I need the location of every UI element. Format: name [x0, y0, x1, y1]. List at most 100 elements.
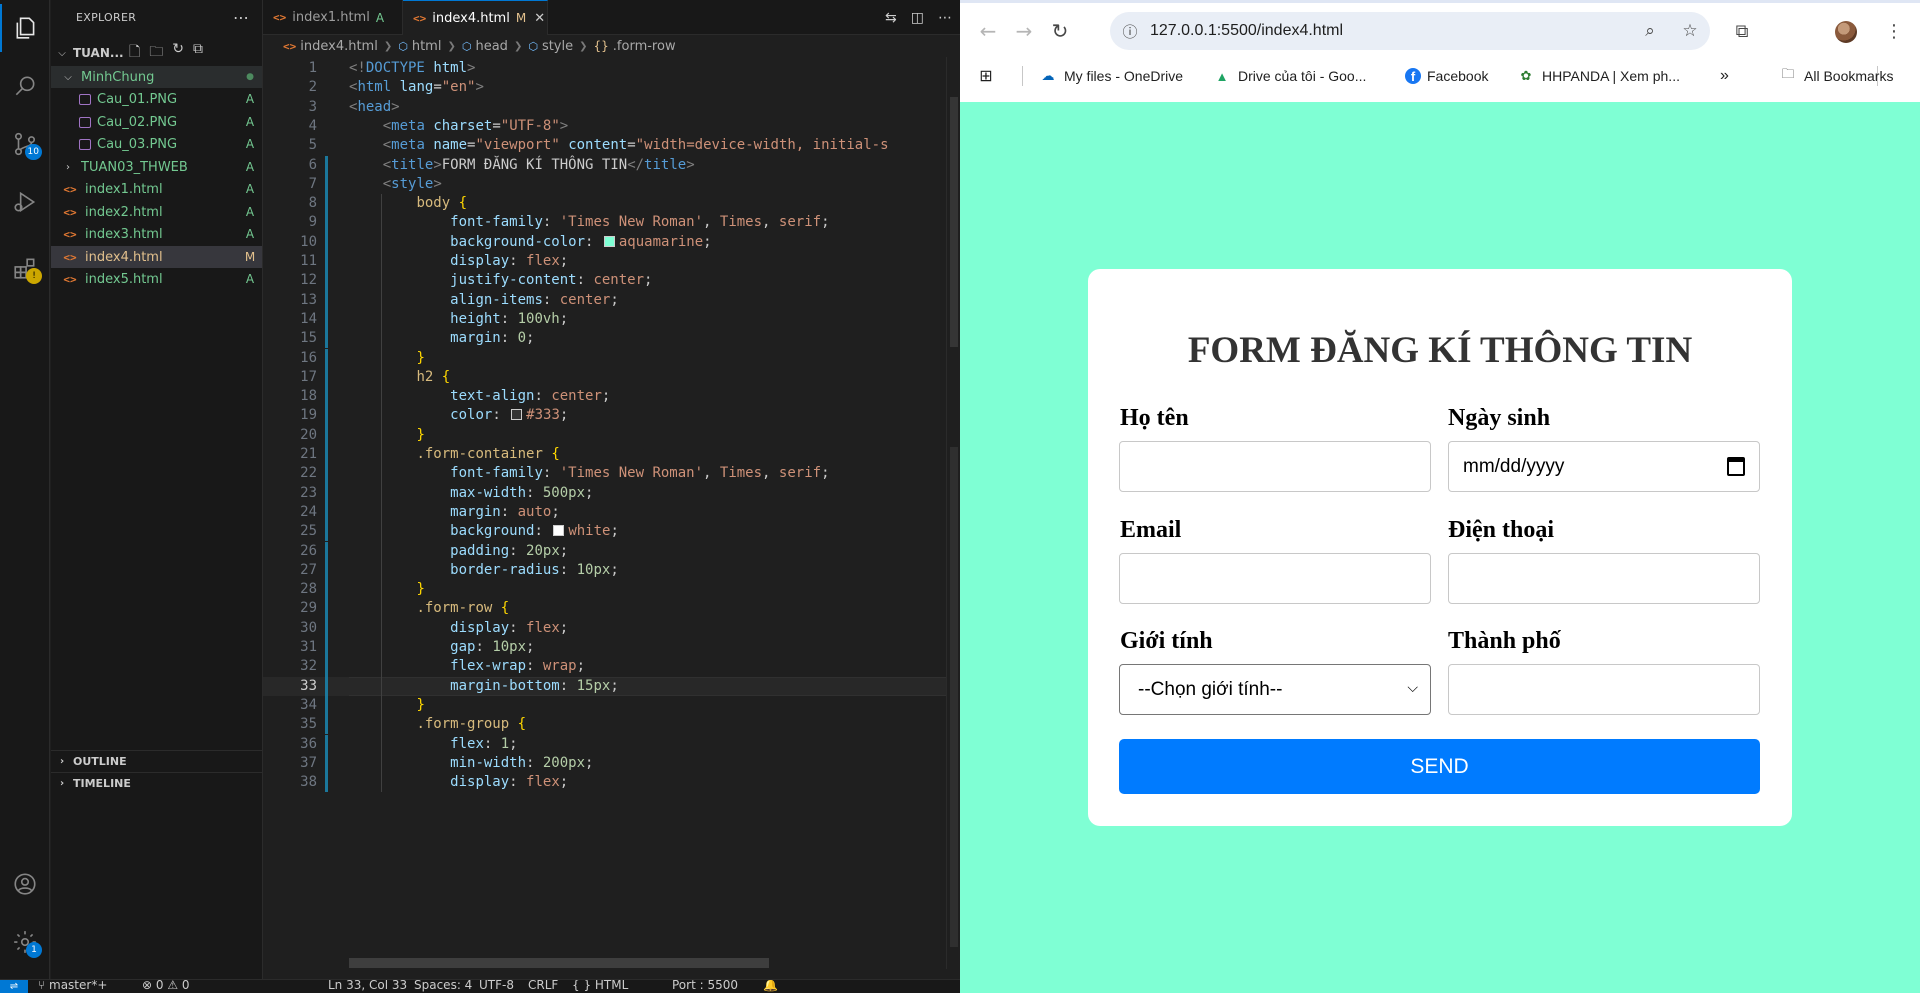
code-line[interactable]: 9 font-family: 'Times New Roman', Times,…	[263, 213, 960, 233]
collapse-all-icon[interactable]: ⧉	[193, 41, 203, 65]
bookmark-onedrive[interactable]: ☁ My files - OneDrive	[1038, 58, 1184, 94]
email-input[interactable]	[1119, 553, 1431, 604]
remote-icon[interactable]: ⇌	[0, 980, 28, 993]
bell-icon[interactable]: 🔔	[763, 980, 778, 992]
code-line[interactable]: 22 font-family: 'Times New Roman', Times…	[263, 464, 960, 484]
back-arrow-icon[interactable]: ←	[970, 8, 1006, 54]
birthday-date-input[interactable]: mm/dd/yyyy	[1448, 441, 1760, 492]
code-line[interactable]: 3 <head>	[263, 98, 960, 117]
code-line[interactable]: 25 background: white;	[263, 522, 960, 542]
code-line[interactable]: 36 flex: 1;	[263, 734, 960, 754]
send-button[interactable]: SEND	[1119, 739, 1760, 794]
editor-scrollbar[interactable]	[946, 57, 960, 969]
color-swatch-icon[interactable]	[553, 525, 565, 537]
breadcrumb-item[interactable]: html	[412, 39, 442, 54]
code-line[interactable]: 16 }	[263, 348, 960, 368]
address-bar[interactable]: ⓘ 127.0.0.1:5500/index4.html ⌕ ☆	[1110, 12, 1710, 50]
encoding[interactable]: UTF-8	[479, 980, 514, 992]
indentation[interactable]: Spaces: 4	[414, 980, 472, 992]
code-line[interactable]: 7 <style>	[263, 174, 960, 195]
apps-grid-icon[interactable]: ⊞	[976, 58, 1002, 94]
close-icon[interactable]: ✕	[534, 11, 545, 26]
more-bookmarks-chevron-icon[interactable]: »	[1720, 58, 1729, 94]
code-line[interactable]: 30 display: flex;	[263, 618, 960, 638]
tree-item-cau03[interactable]: Cau_03.PNG A	[51, 133, 262, 155]
tree-item-index3[interactable]: <> index3.html A	[51, 223, 262, 245]
timeline-section[interactable]: › TIMELINE	[51, 772, 262, 794]
code-line[interactable]: 18 text-align: center;	[263, 387, 960, 407]
code-line[interactable]: 5 <meta name="viewport" content="width=d…	[263, 136, 960, 155]
code-editor[interactable]: 1 <!DOCTYPE html> 2 <html lang="en"> 3 <head>…	[263, 59, 960, 969]
outline-section[interactable]: › OUTLINE	[51, 750, 262, 772]
extensions-puzzle-icon[interactable]: ⧉	[1722, 8, 1762, 54]
breadcrumb-item[interactable]: style	[542, 39, 573, 54]
tab-index1[interactable]: <> index1.html A	[263, 0, 403, 35]
code-line[interactable]: 17 h2 {	[263, 367, 960, 388]
breadcrumb-item[interactable]: head	[475, 39, 507, 54]
code-line[interactable]: 29 .form-row {	[263, 599, 960, 619]
code-line[interactable]: 21 .form-container {	[263, 445, 960, 465]
tree-item-index2[interactable]: <> index2.html A	[51, 201, 262, 223]
code-line[interactable]: 15 margin: 0;	[263, 329, 960, 349]
settings-gear-icon[interactable]: 1	[0, 918, 50, 966]
code-line[interactable]: 13 align-items: center;	[263, 290, 960, 310]
tree-item-index4[interactable]: <> index4.html M	[51, 246, 262, 268]
code-line[interactable]: 35 .form-group {	[263, 715, 960, 735]
all-bookmarks[interactable]: 🗀 All Bookmarks	[1778, 58, 1893, 94]
tab-index4[interactable]: <> index4.html M ✕	[403, 0, 548, 35]
bookmark-hhpanda[interactable]: ✿ HHPANDA | Xem ph...	[1516, 58, 1680, 94]
phone-input[interactable]	[1448, 553, 1760, 604]
reload-icon[interactable]: ↻	[1042, 8, 1078, 54]
code-line[interactable]: 11 display: flex;	[263, 252, 960, 272]
code-line[interactable]: 38 display: flex;	[263, 773, 960, 793]
code-line[interactable]: 20 }	[263, 425, 960, 445]
new-file-icon[interactable]: 🗋	[129, 41, 140, 65]
code-line[interactable]: 8 body {	[263, 194, 960, 214]
code-line[interactable]: 34 }	[263, 695, 960, 716]
tree-item-cau02[interactable]: Cau_02.PNG A	[51, 111, 262, 133]
code-line[interactable]: 6 <title>FORM ĐĂNG KÍ THÔNG TIN</title>	[263, 155, 960, 175]
refresh-icon[interactable]: ↻	[172, 41, 184, 65]
city-input[interactable]	[1448, 664, 1760, 715]
tree-item-minhchung[interactable]: ⌵ MinhChung ●	[51, 66, 262, 88]
tree-item-cau01[interactable]: Cau_01.PNG A	[51, 88, 262, 110]
bookmark-star-icon[interactable]: ☆	[1670, 21, 1710, 41]
breadcrumb-item[interactable]: index4.html	[300, 39, 378, 54]
chrome-menu-icon[interactable]: ⋮	[1874, 8, 1914, 54]
search-icon[interactable]	[0, 62, 50, 110]
gender-select[interactable]: --Chọn giới tính-- ⌵	[1119, 664, 1431, 715]
code-line[interactable]: 24 margin: auto;	[263, 502, 960, 523]
code-line[interactable]: 23 max-width: 500px;	[263, 483, 960, 503]
bookmark-facebook[interactable]: f Facebook	[1405, 58, 1488, 94]
code-line[interactable]: 26 padding: 20px;	[263, 541, 960, 561]
code-line[interactable]: 4 <meta charset="UTF-8">	[263, 117, 960, 136]
code-line[interactable]: 12 justify-content: center;	[263, 271, 960, 291]
run-debug-icon[interactable]	[0, 178, 50, 226]
code-line[interactable]: 2 <html lang="en">	[263, 78, 960, 97]
code-line[interactable]: 10 background-color: aquamarine;	[263, 232, 960, 252]
code-line[interactable]: 32 flex-wrap: wrap;	[263, 657, 960, 677]
code-line[interactable]: 31 gap: 10px;	[263, 638, 960, 658]
live-server-port[interactable]: Port : 5500	[672, 980, 738, 992]
language-mode[interactable]: { } HTML	[572, 980, 628, 992]
cursor-position[interactable]: Ln 33, Col 33	[328, 980, 407, 992]
name-input[interactable]	[1119, 441, 1431, 492]
bookmark-google-drive[interactable]: ▲ Drive của tôi - Goo...	[1212, 58, 1367, 94]
code-line[interactable]: 37 min-width: 200px;	[263, 753, 960, 774]
horizontal-scrollbar[interactable]	[349, 958, 769, 968]
breadcrumb-item[interactable]: .form-row	[613, 39, 676, 54]
code-line[interactable]: 1 <!DOCTYPE html>	[263, 59, 960, 78]
tree-item-index1[interactable]: <> index1.html A	[51, 178, 262, 200]
color-swatch-icon[interactable]	[511, 409, 523, 421]
split-editor-icon[interactable]: ◫	[911, 10, 924, 26]
explorer-icon[interactable]	[0, 4, 50, 52]
more-actions-icon[interactable]: ⋯	[938, 10, 952, 26]
forward-arrow-icon[interactable]: →	[1006, 8, 1042, 54]
code-line[interactable]: 28 }	[263, 580, 960, 600]
code-line[interactable]: 27 border-radius: 10px;	[263, 560, 960, 581]
more-actions-icon[interactable]: ⋯	[233, 8, 250, 27]
code-line[interactable]: 19 color: #333;	[263, 406, 960, 426]
git-branch[interactable]: ⑂ master*+	[38, 980, 107, 992]
end-of-line[interactable]: CRLF	[528, 980, 558, 992]
workspace-root[interactable]: ⌵ TUAN... 🗋 🗀 ↻ ⧉	[51, 41, 262, 65]
